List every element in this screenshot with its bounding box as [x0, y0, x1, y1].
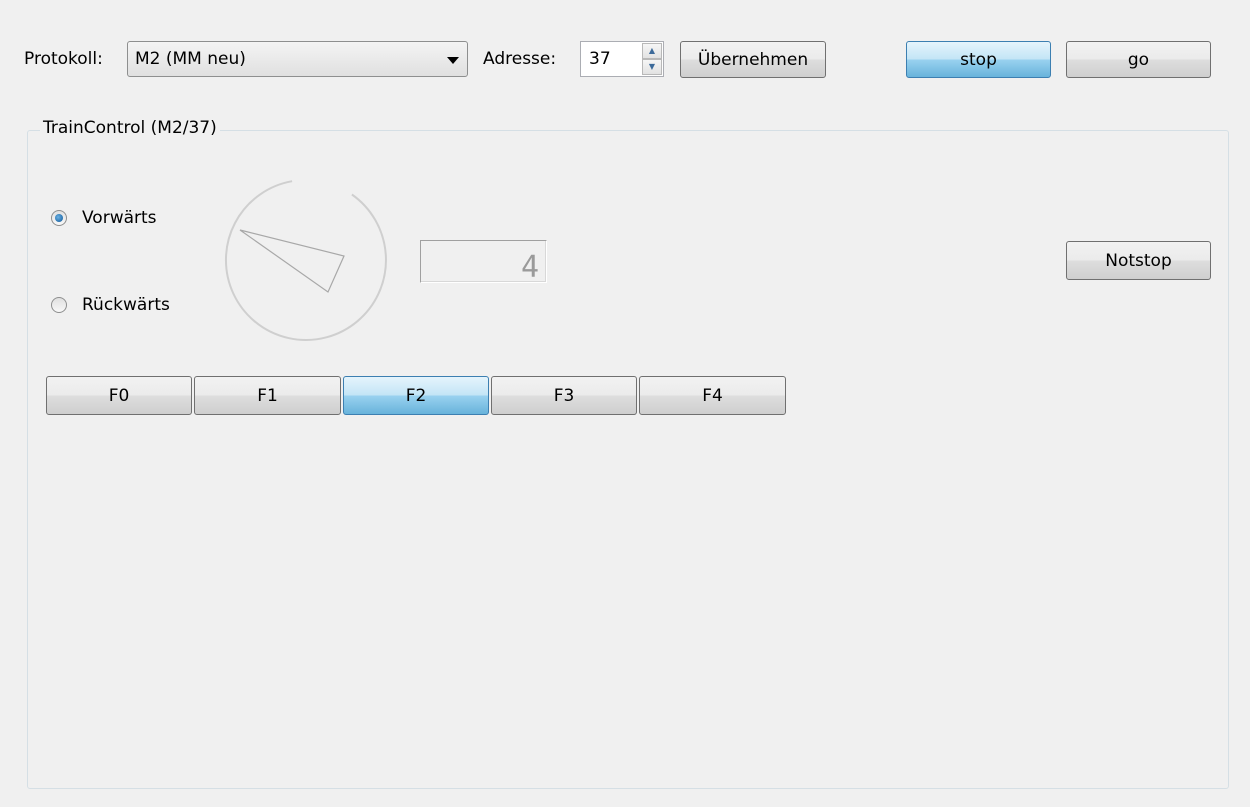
radio-forward-label[interactable]: Vorwärts	[82, 208, 157, 228]
address-label: Adresse:	[483, 49, 557, 69]
speed-display: 4	[420, 240, 547, 283]
radio-backward-label[interactable]: Rückwärts	[82, 295, 170, 315]
chevron-down-icon[interactable]	[447, 57, 459, 64]
train-control-group	[27, 130, 1229, 789]
address-spinbox[interactable]: 37 ▲ ▼	[580, 41, 664, 77]
protocol-label: Protokoll:	[24, 49, 103, 69]
speed-dial[interactable]	[218, 172, 394, 348]
emergency-stop-button[interactable]: Notstop	[1066, 241, 1211, 280]
function-button-f0[interactable]: F0	[46, 376, 192, 415]
spin-up-icon[interactable]: ▲	[642, 43, 662, 59]
group-title: TrainControl (M2/37)	[40, 118, 220, 138]
speed-display-value: 4	[521, 250, 539, 282]
protocol-selected-value: M2 (MM neu)	[135, 49, 246, 69]
function-button-f2[interactable]: F2	[343, 376, 489, 415]
protocol-combobox[interactable]: M2 (MM neu)	[127, 41, 468, 77]
speed-dial-needle[interactable]	[239, 229, 345, 293]
radio-forward[interactable]	[51, 210, 67, 226]
function-button-f4[interactable]: F4	[639, 376, 786, 415]
function-button-f3[interactable]: F3	[491, 376, 637, 415]
address-value[interactable]: 37	[589, 49, 611, 69]
go-button[interactable]: go	[1066, 41, 1211, 78]
stop-button[interactable]: stop	[906, 41, 1051, 78]
radio-backward[interactable]	[51, 297, 67, 313]
function-button-f1[interactable]: F1	[194, 376, 341, 415]
apply-button[interactable]: Übernehmen	[680, 41, 826, 78]
spin-down-icon[interactable]: ▼	[642, 59, 662, 75]
